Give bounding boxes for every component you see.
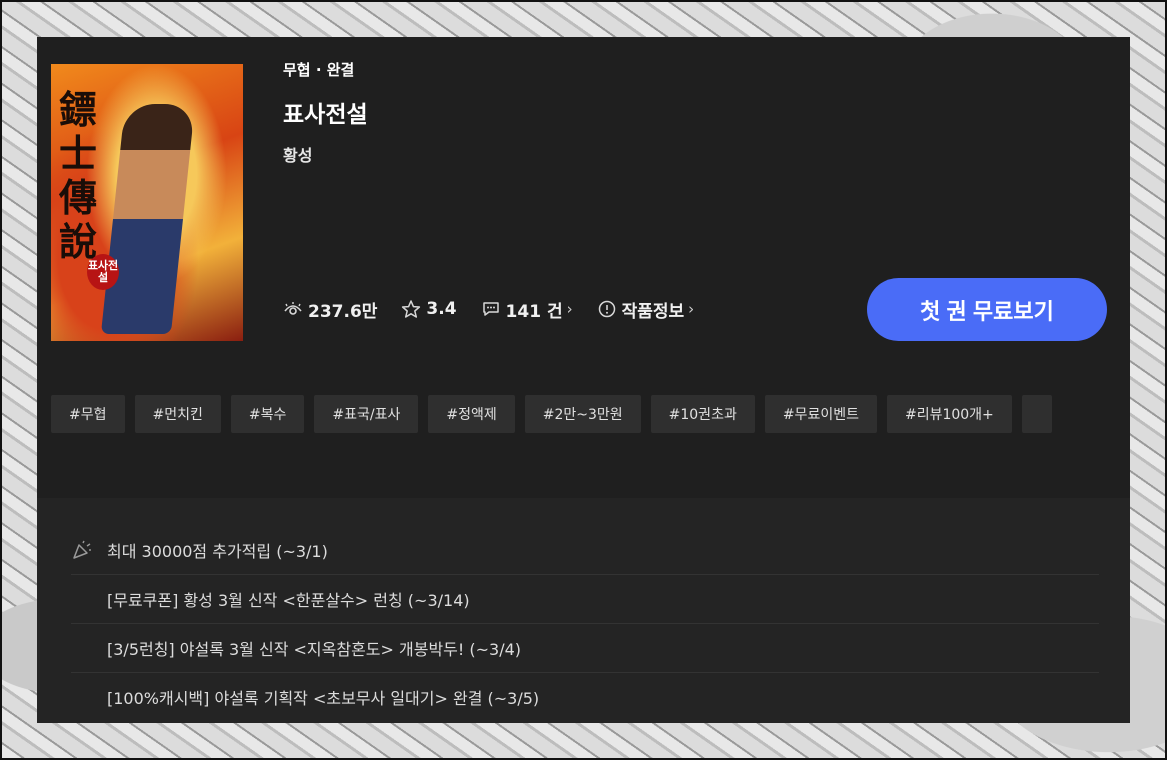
free-first-volume-button[interactable]: 첫 권 무료보기 <box>867 278 1107 341</box>
eye-icon <box>283 299 303 319</box>
book-cover[interactable]: 鏢士傳說 표사전설 <box>51 64 243 341</box>
views-stat: 237.6만 <box>283 297 377 322</box>
book-header: 鏢士傳說 표사전설 무협 · 완결 표사전설 황성 237.6만 3.4 141… <box>37 37 1130 498</box>
party-popper-icon <box>71 539 93 561</box>
tag-chip[interactable]: #복수 <box>230 395 305 433</box>
stats-bar: 237.6만 3.4 141 건 › 작품정보 › <box>283 297 718 322</box>
event-item[interactable]: 최대 30000점 추가적립 (~3/1) <box>71 526 1099 575</box>
event-text: [100%캐시백] 야설록 기획작 <초보무사 일대기> 완결 (~3/5) <box>107 689 540 708</box>
star-icon <box>401 299 421 319</box>
event-text: 최대 30000점 추가적립 (~3/1) <box>107 542 328 561</box>
rating-stat: 3.4 <box>401 299 457 319</box>
event-item[interactable]: [무료쿠폰] 황성 3월 신작 <한푼살수> 런칭 (~3/14) <box>71 575 1099 624</box>
tag-chip[interactable]: #정액제 <box>428 395 515 433</box>
tag-chip[interactable]: #먼치킨 <box>134 395 221 433</box>
event-list: 최대 30000점 추가적립 (~3/1) [무료쿠폰] 황성 3월 신작 <한… <box>71 526 1099 721</box>
tag-chip[interactable]: #리뷰100개+ <box>886 395 1012 433</box>
genre-status: 무협 · 완결 <box>283 61 355 79</box>
event-item[interactable]: [100%캐시백] 야설록 기획작 <초보무사 일대기> 완결 (~3/5) <box>71 673 1099 721</box>
chevron-right-icon: › <box>688 300 695 318</box>
tag-chip[interactable]: #무협 <box>51 395 125 433</box>
comment-icon <box>481 299 501 319</box>
event-item[interactable]: [3/5런칭] 야설록 3월 신작 <지옥참혼도> 개봉박두! (~3/4) <box>71 624 1099 673</box>
info-label: 작품정보 <box>621 301 685 322</box>
tag-chip[interactable]: #2만~3만원 <box>524 395 641 433</box>
cover-calligraphy: 鏢士傳說 <box>59 87 98 264</box>
comments-link[interactable]: 141 건 › <box>481 297 573 322</box>
tag-list: #무협 #먼치킨 #복수 #표국/표사 #정액제 #2만~3만원 #10권초과 … <box>51 395 1062 433</box>
tag-chip[interactable]: #10권초과 <box>650 395 755 433</box>
cover-title-badge: 표사전설 <box>87 254 119 290</box>
book-title: 표사전설 <box>283 102 368 128</box>
rating-value: 3.4 <box>426 299 457 319</box>
info-icon <box>597 299 617 319</box>
comments-value: 141 건 <box>505 301 563 322</box>
tag-chip[interactable]: #무료이벤트 <box>764 395 877 433</box>
views-value: 237.6만 <box>308 301 378 322</box>
tag-chip-overflow[interactable] <box>1021 395 1052 433</box>
event-text: [3/5런칭] 야설록 3월 신작 <지옥참혼도> 개봉박두! (~3/4) <box>107 640 522 659</box>
chevron-right-icon: › <box>566 300 573 318</box>
tag-chip[interactable]: #표국/표사 <box>314 395 419 433</box>
book-author[interactable]: 황성 <box>283 142 312 166</box>
cover-figure <box>100 104 196 334</box>
book-detail-panel: 鏢士傳說 표사전설 무협 · 완결 표사전설 황성 237.6만 3.4 141… <box>37 37 1130 723</box>
event-section: 최대 30000점 추가적립 (~3/1) [무료쿠폰] 황성 3월 신작 <한… <box>37 498 1130 723</box>
info-link[interactable]: 작품정보 › <box>597 297 695 322</box>
event-text: [무료쿠폰] 황성 3월 신작 <한푼살수> 런칭 (~3/14) <box>107 591 470 610</box>
